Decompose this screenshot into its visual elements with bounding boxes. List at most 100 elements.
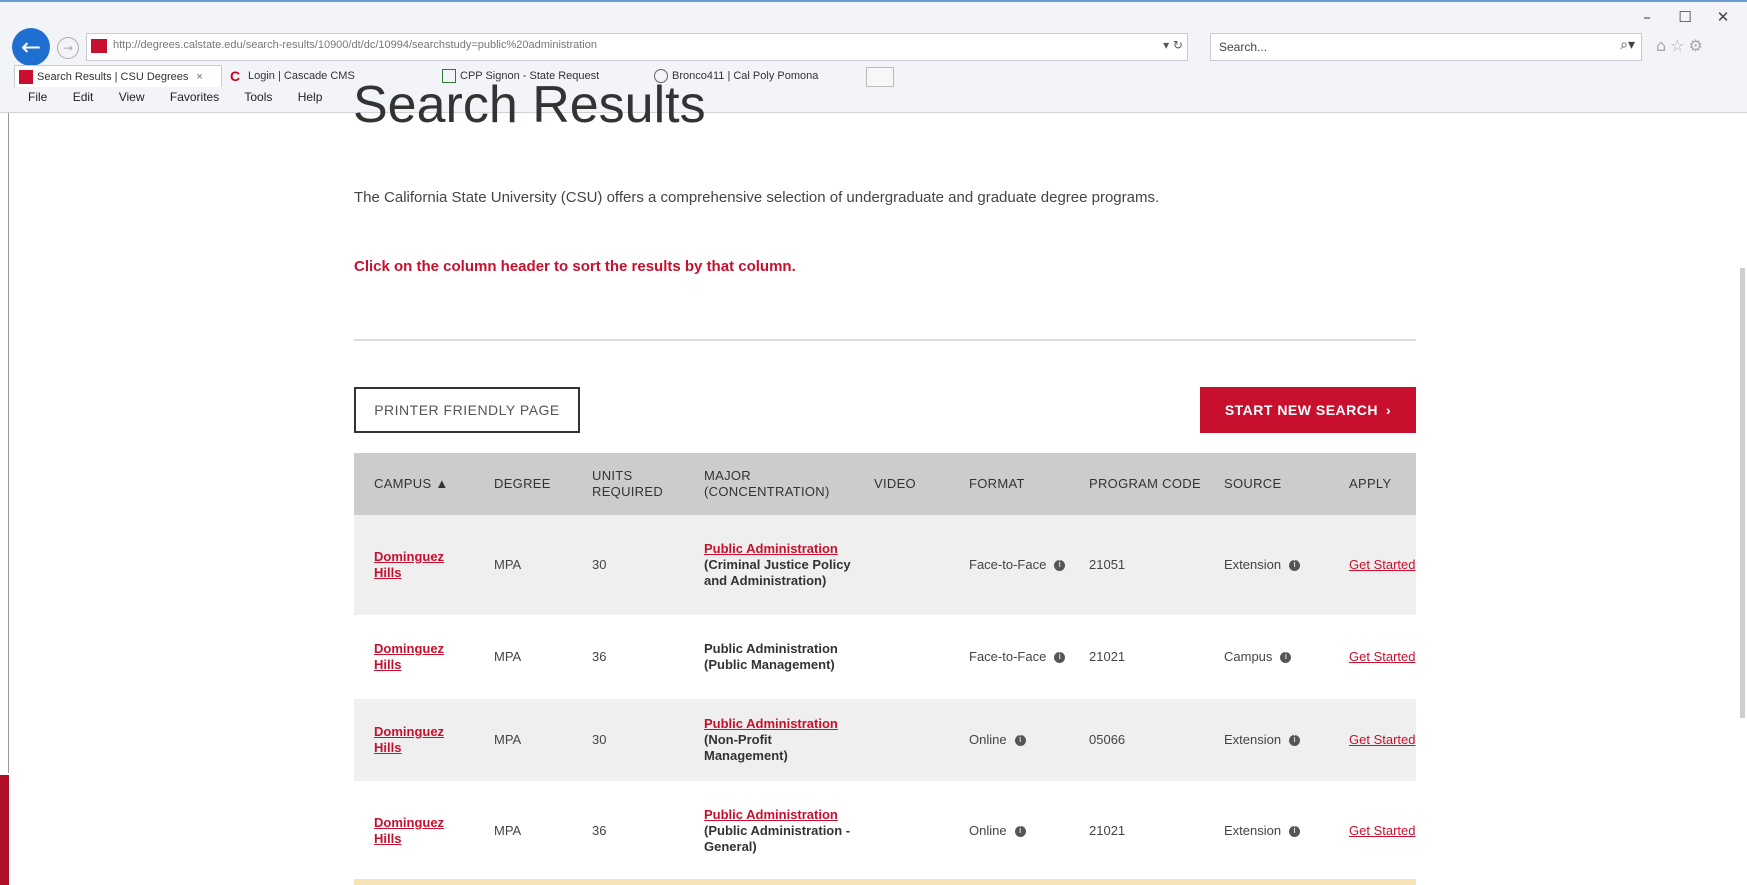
get-started-link[interactable]: Get Started bbox=[1349, 823, 1415, 838]
source-text: Extension bbox=[1224, 823, 1282, 838]
browser-search-input[interactable]: Search... ⌕▾ bbox=[1210, 33, 1642, 61]
format-text: Online bbox=[969, 823, 1007, 838]
tab-label: Search Results | CSU Degrees bbox=[37, 71, 189, 83]
back-button[interactable]: ← bbox=[12, 28, 50, 66]
close-window-button[interactable]: ✕ bbox=[1704, 8, 1742, 26]
major-text: Public Administration (Public Management… bbox=[704, 641, 838, 672]
menu-favorites[interactable]: Favorites bbox=[170, 90, 219, 104]
table-row: Dominguez Hills MPA 30 Public Administra… bbox=[354, 699, 1416, 781]
video-cell bbox=[854, 615, 949, 699]
start-new-search-label: START NEW SEARCH bbox=[1224, 402, 1378, 418]
major-link[interactable]: Public Administration bbox=[704, 807, 838, 822]
sort-hint: Click on the column header to sort the r… bbox=[354, 258, 796, 275]
header-campus[interactable]: CAMPUS ▲ bbox=[354, 453, 474, 515]
major-cell: Public Administration (Criminal Justice P… bbox=[684, 515, 854, 615]
campus-cell: Dominguez Hills bbox=[354, 699, 474, 781]
major-link[interactable]: Public Administration bbox=[704, 716, 838, 731]
major-cell: Public Administration (Non-Profit Managem… bbox=[684, 699, 854, 781]
campus-cell: Dominguez Hills bbox=[354, 515, 474, 615]
table-row: Dominguez Hills MPA 36 Public Administra… bbox=[354, 781, 1416, 881]
apply-cell: Get Started bbox=[1329, 699, 1416, 781]
major-link[interactable]: Public Administration bbox=[704, 541, 838, 556]
menu-bar: File Edit View Favorites Tools Help bbox=[28, 90, 344, 104]
browser-chrome: ← → http://degrees.calstate.edu/search-r… bbox=[0, 0, 1747, 113]
menu-view[interactable]: View bbox=[119, 90, 145, 104]
info-icon[interactable]: i bbox=[1289, 826, 1301, 838]
search-icon[interactable]: ⌕▾ bbox=[1620, 37, 1635, 53]
header-video[interactable]: VIDEO bbox=[854, 453, 949, 515]
browser-search-placeholder: Search... bbox=[1219, 40, 1268, 54]
source-cell: Extension i bbox=[1204, 699, 1329, 781]
source-cell: Extension i bbox=[1204, 515, 1329, 615]
address-url: http://degrees.calstate.edu/search-resul… bbox=[113, 39, 597, 51]
units-cell: 36 bbox=[572, 781, 684, 881]
video-cell bbox=[854, 699, 949, 781]
format-text: Face-to-Face bbox=[969, 649, 1047, 664]
printer-friendly-button[interactable]: PRINTER FRIENDLY PAGE bbox=[354, 387, 580, 433]
new-tab-button[interactable] bbox=[866, 67, 894, 87]
csu-favicon-icon bbox=[19, 70, 33, 84]
minimize-button[interactable]: – bbox=[1628, 8, 1666, 26]
concentration-text: (Public Administration - General) bbox=[704, 823, 851, 854]
favorites-star-icon[interactable]: ☆ bbox=[1670, 36, 1688, 55]
degree-cell: MPA bbox=[474, 615, 572, 699]
header-format[interactable]: FORMAT bbox=[949, 453, 1069, 515]
header-program-code[interactable]: PROGRAM CODE bbox=[1069, 453, 1204, 515]
info-icon[interactable]: i bbox=[1054, 652, 1066, 664]
refresh-icon[interactable]: ▾ ↻ bbox=[1163, 38, 1183, 52]
divider bbox=[354, 339, 1416, 341]
format-text: Face-to-Face bbox=[969, 557, 1047, 572]
info-icon[interactable]: i bbox=[1289, 735, 1301, 747]
forward-button[interactable]: → bbox=[57, 37, 79, 59]
cascade-favicon-icon: C bbox=[230, 68, 241, 84]
degree-cell: MPA bbox=[474, 515, 572, 615]
header-units[interactable]: UNITS REQUIRED bbox=[572, 453, 684, 515]
major-cell: Public Administration (Public Management… bbox=[684, 615, 854, 699]
tab-label: Login | Cascade CMS bbox=[248, 70, 355, 82]
maximize-button[interactable]: ☐ bbox=[1666, 8, 1704, 26]
notice-strip bbox=[354, 879, 1416, 885]
apply-cell: Get Started bbox=[1329, 515, 1416, 615]
get-started-link[interactable]: Get Started bbox=[1349, 557, 1415, 572]
start-new-search-button[interactable]: START NEW SEARCH › bbox=[1200, 387, 1416, 433]
program-code-cell: 21021 bbox=[1069, 615, 1204, 699]
info-icon[interactable]: i bbox=[1054, 560, 1066, 572]
header-major[interactable]: MAJOR (CONCENTRATION) bbox=[684, 453, 854, 515]
home-icon[interactable]: ⌂ bbox=[1656, 36, 1670, 55]
campus-link[interactable]: Dominguez Hills bbox=[374, 641, 444, 672]
units-cell: 30 bbox=[572, 515, 684, 615]
menu-edit[interactable]: Edit bbox=[73, 90, 94, 104]
video-cell bbox=[854, 781, 949, 881]
apply-cell: Get Started bbox=[1329, 781, 1416, 881]
apply-cell: Get Started bbox=[1329, 615, 1416, 699]
units-cell: 36 bbox=[572, 615, 684, 699]
campus-link[interactable]: Dominguez Hills bbox=[374, 815, 444, 846]
address-bar[interactable]: http://degrees.calstate.edu/search-resul… bbox=[86, 33, 1188, 61]
results-table: CAMPUS ▲ DEGREE UNITS REQUIRED MAJOR (CO… bbox=[354, 453, 1416, 881]
menu-help[interactable]: Help bbox=[298, 90, 323, 104]
program-code-cell: 21021 bbox=[1069, 781, 1204, 881]
get-started-link[interactable]: Get Started bbox=[1349, 649, 1415, 664]
format-cell: Online i bbox=[949, 699, 1069, 781]
campus-link[interactable]: Dominguez Hills bbox=[374, 724, 444, 755]
info-icon[interactable]: i bbox=[1014, 826, 1026, 838]
format-cell: Face-to-Face i bbox=[949, 615, 1069, 699]
menu-file[interactable]: File bbox=[28, 90, 47, 104]
info-icon[interactable]: i bbox=[1280, 652, 1292, 664]
campus-link[interactable]: Dominguez Hills bbox=[374, 549, 444, 580]
window-top-border bbox=[0, 0, 1747, 2]
settings-gear-icon[interactable]: ⚙ bbox=[1689, 36, 1707, 55]
menu-tools[interactable]: Tools bbox=[244, 90, 272, 104]
get-started-link[interactable]: Get Started bbox=[1349, 732, 1415, 747]
header-apply[interactable]: APPLY bbox=[1329, 453, 1416, 515]
tab-close-icon[interactable]: × bbox=[196, 71, 202, 83]
campus-cell: Dominguez Hills bbox=[354, 615, 474, 699]
info-icon[interactable]: i bbox=[1289, 560, 1301, 572]
format-text: Online bbox=[969, 732, 1007, 747]
table-row: Dominguez Hills MPA 30 Public Administra… bbox=[354, 515, 1416, 615]
info-icon[interactable]: i bbox=[1014, 735, 1026, 747]
header-degree[interactable]: DEGREE bbox=[474, 453, 572, 515]
tab-search-results[interactable]: Search Results | CSU Degrees × bbox=[14, 65, 222, 87]
header-source[interactable]: SOURCE bbox=[1204, 453, 1329, 515]
toolbar-icons: ⌂☆⚙ bbox=[1656, 36, 1707, 55]
